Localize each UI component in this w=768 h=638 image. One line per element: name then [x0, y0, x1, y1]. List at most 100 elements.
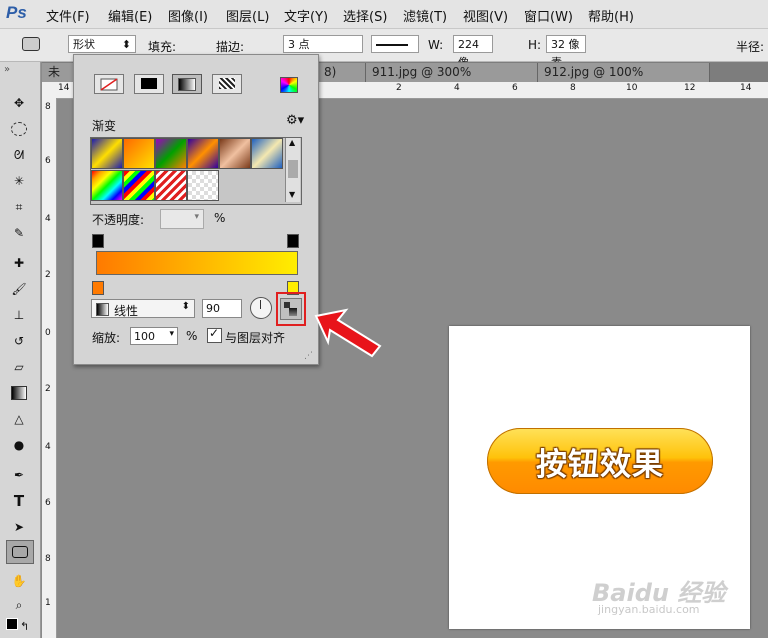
- shape-mode-value: 形状: [73, 38, 95, 51]
- gradient-preset[interactable]: [187, 138, 219, 169]
- menu-file[interactable]: 文件(F): [46, 6, 90, 25]
- history-brush-tool-icon[interactable]: ↺: [6, 330, 32, 352]
- scroll-up-icon[interactable]: ▲: [289, 138, 295, 147]
- gradient-preset[interactable]: [123, 170, 155, 201]
- gradient-preset[interactable]: [155, 138, 187, 169]
- stroke-width-value: 3 点: [288, 38, 310, 51]
- gradient-preset[interactable]: [187, 170, 219, 201]
- ruler-tick-label: 14: [740, 83, 752, 93]
- red-arrow-icon: [314, 308, 382, 358]
- width-input[interactable]: 224 像: [453, 35, 493, 69]
- pen-tool-icon[interactable]: ✒: [6, 464, 32, 486]
- menu-type[interactable]: 文字(Y): [284, 6, 328, 25]
- no-fill-button[interactable]: [94, 74, 124, 94]
- tab-untitled[interactable]: 未标: [42, 63, 76, 98]
- rounded-rectangle-tool-icon[interactable]: [6, 540, 34, 564]
- ruler-tick-label: 6: [45, 498, 51, 508]
- gradient-preset[interactable]: [123, 138, 155, 169]
- zoom-tool-icon[interactable]: ⌕: [6, 594, 32, 616]
- ruler-tick-label: 4: [45, 442, 51, 452]
- swap-colors-icon[interactable]: ↰: [20, 620, 29, 633]
- photoshop-logo: Ps: [6, 3, 27, 22]
- opacity-stop-right[interactable]: [287, 234, 299, 248]
- align-with-layer-checkbox[interactable]: ✓: [207, 326, 222, 343]
- stamp-tool-icon[interactable]: ⊥: [6, 304, 32, 326]
- opacity-input[interactable]: ▾: [160, 209, 204, 229]
- gradient-preset[interactable]: [91, 138, 123, 169]
- magic-wand-tool-icon[interactable]: ✳: [6, 170, 32, 192]
- button-effect-graphic: 按钮效果: [487, 428, 713, 494]
- opacity-stop-left[interactable]: [92, 234, 104, 248]
- presets-scrollbar[interactable]: ▲ ▼: [285, 138, 300, 202]
- opacity-label: 不透明度:: [92, 213, 145, 227]
- gradient-button[interactable]: [172, 74, 202, 94]
- menu-bar: Ps 文件(F) 编辑(E) 图像(I) 图层(L) 文字(Y) 选择(S) 滤…: [0, 0, 768, 29]
- tab-912-jpg[interactable]: 912.jpg @ 100%(RGB/8#)×: [538, 63, 710, 98]
- no-color-icon: [100, 78, 118, 91]
- scale-input[interactable]: 100 ▾: [130, 327, 178, 345]
- ruler-tick-label: 4: [45, 214, 51, 224]
- gradient-style-select[interactable]: 线性 ⬍: [91, 299, 195, 318]
- gradient-preset[interactable]: [91, 170, 123, 201]
- gradient-section-title: 渐变: [92, 119, 117, 133]
- path-selection-tool-icon[interactable]: ➤: [6, 516, 32, 538]
- move-tool-icon[interactable]: ✥: [6, 92, 32, 114]
- gear-icon[interactable]: ⚙▾: [286, 113, 304, 128]
- opacity-unit: %: [214, 211, 226, 225]
- crop-tool-icon[interactable]: ⌗: [6, 196, 32, 218]
- rounded-rect-tool-icon[interactable]: [22, 37, 40, 51]
- hand-tool-icon[interactable]: ✋: [6, 570, 32, 592]
- solid-color-button[interactable]: [134, 74, 164, 94]
- ruler-tick-label: 8: [45, 102, 51, 112]
- gradient-style-value: 线性: [114, 304, 139, 318]
- menu-view[interactable]: 视图(V): [463, 6, 508, 25]
- tab-911-jpg[interactable]: 911.jpg @ 300%(RGB/8#)×: [366, 63, 538, 98]
- shape-mode-select[interactable]: 形状 ⬍: [68, 35, 136, 53]
- angle-input[interactable]: 90: [202, 299, 242, 318]
- color-stop-left[interactable]: [92, 281, 104, 295]
- gradient-preview-bar[interactable]: [96, 251, 298, 275]
- gradient-presets-list: ▲ ▼: [90, 137, 302, 205]
- gradient-preset[interactable]: [155, 170, 187, 201]
- menu-edit[interactable]: 编辑(E): [108, 6, 152, 25]
- stroke-width-input[interactable]: 3 点: [283, 35, 363, 53]
- lasso-tool-icon[interactable]: ᘛ: [6, 144, 32, 166]
- marquee-tool-icon[interactable]: [6, 118, 32, 140]
- healing-brush-tool-icon[interactable]: ✚: [6, 252, 32, 274]
- type-tool-icon[interactable]: T: [6, 490, 32, 512]
- height-input[interactable]: 32 像素: [546, 35, 586, 69]
- gradient-tool-icon[interactable]: [6, 382, 32, 404]
- menu-select[interactable]: 选择(S): [343, 6, 387, 25]
- tab-document-2[interactable]: 8) *×: [318, 63, 366, 98]
- dodge-tool-icon[interactable]: ●: [6, 434, 32, 456]
- w-label: W:: [428, 38, 444, 52]
- menu-window[interactable]: 窗口(W): [524, 6, 573, 25]
- align-with-layer-label: 与图层对齐: [225, 331, 286, 345]
- color-picker-icon[interactable]: [280, 77, 298, 93]
- ruler-tick-label: 6: [512, 83, 518, 93]
- menu-filter[interactable]: 滤镜(T): [403, 6, 447, 25]
- scale-label: 缩放:: [92, 331, 121, 345]
- collapse-icon[interactable]: »: [4, 64, 10, 75]
- scroll-down-icon[interactable]: ▼: [289, 190, 295, 199]
- brush-tool-icon[interactable]: 🖌: [6, 278, 32, 300]
- linear-gradient-icon: [96, 303, 109, 316]
- menu-layer[interactable]: 图层(L): [226, 6, 269, 25]
- angle-value: 90: [206, 302, 220, 315]
- eraser-tool-icon[interactable]: ▱: [6, 356, 32, 378]
- h-label: H:: [528, 38, 542, 52]
- menu-help[interactable]: 帮助(H): [588, 6, 634, 25]
- gradient-preset[interactable]: [251, 138, 283, 169]
- blur-tool-icon[interactable]: △: [6, 408, 32, 430]
- stroke-type-select[interactable]: [371, 35, 419, 53]
- tools-panel: » ✥ ᘛ ✳ ⌗ ✎ ✚ 🖌 ⊥ ↺ ▱ △ ● ✒ T ➤ ✋ ⌕ ↰: [0, 62, 41, 638]
- eyedropper-tool-icon[interactable]: ✎: [6, 222, 32, 244]
- checkmark-icon: ✓: [209, 326, 220, 340]
- menu-image[interactable]: 图像(I): [168, 6, 208, 25]
- scale-value: 100: [134, 330, 155, 343]
- highlight-box: [276, 292, 306, 326]
- gradient-preset[interactable]: [219, 138, 251, 169]
- foreground-color-swatch[interactable]: [6, 618, 18, 630]
- pattern-button[interactable]: [212, 74, 242, 94]
- angle-dial[interactable]: [250, 297, 272, 319]
